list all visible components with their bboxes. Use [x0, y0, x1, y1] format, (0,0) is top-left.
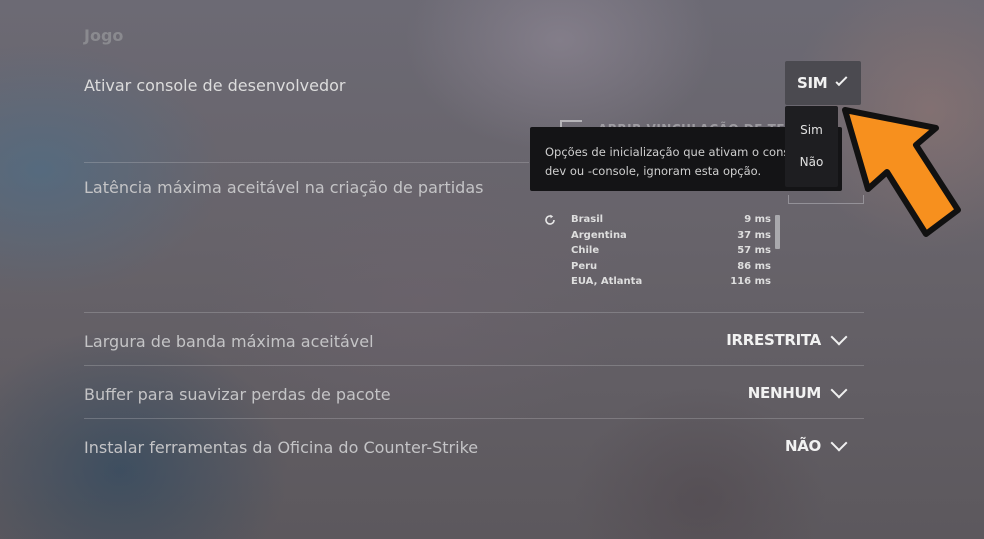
region-ping: 37 ms: [737, 229, 771, 241]
region-row[interactable]: Brasil 9 ms: [571, 212, 771, 228]
region-ping: 57 ms: [737, 245, 771, 256]
row-divider: [84, 162, 529, 163]
developer-console-value: SIM: [797, 74, 828, 92]
chevron-down-icon: [830, 328, 848, 346]
row-divider: [84, 418, 864, 419]
row-divider: [84, 312, 864, 313]
developer-console-options-menu: Sim Não: [785, 106, 838, 187]
arrow-pointer-icon: [842, 107, 961, 237]
max-bandwidth-value: IRRESTRITA: [726, 331, 821, 349]
chevron-down-icon: [830, 381, 848, 399]
region-ping: 86 ms: [737, 260, 771, 272]
region-name: Peru: [571, 260, 598, 272]
developer-console-label: Ativar console de desenvolvedor: [84, 76, 346, 95]
tooltip-line: Opções de inicialização que ativam o con…: [545, 145, 797, 159]
region-ping: 116 ms: [730, 276, 771, 287]
option-nao[interactable]: Não: [785, 146, 838, 178]
region-ping: 9 ms: [744, 214, 771, 225]
region-row[interactable]: Argentina 37 ms: [571, 228, 771, 244]
workshop-tools-dropdown[interactable]: NÃO: [785, 434, 849, 458]
region-row[interactable]: Peru 86 ms: [571, 259, 771, 275]
packet-loss-buffer-value: NENHUM: [747, 384, 822, 402]
region-name: Chile: [571, 245, 600, 256]
row-divider: [84, 365, 864, 366]
packet-loss-buffer-label: Buffer para suavizar perdas de pacote: [84, 385, 391, 404]
option-sim[interactable]: Sim: [785, 114, 838, 146]
developer-console-dropdown[interactable]: SIM: [785, 61, 861, 105]
max-bandwidth-dropdown[interactable]: IRRESTRITA: [726, 328, 849, 352]
region-row[interactable]: EUA, Atlanta 116 ms: [571, 274, 771, 290]
region-name: Argentina: [571, 229, 627, 241]
tooltip-line: dev ou -console, ignoram esta opção.: [545, 164, 762, 178]
refresh-icon[interactable]: [544, 214, 556, 226]
region-name: Brasil: [571, 214, 604, 225]
chevron-down-icon: [835, 74, 848, 86]
packet-loss-buffer-dropdown[interactable]: NENHUM: [748, 381, 849, 405]
max-latency-label: Latência máxima aceitável na criação de …: [84, 178, 484, 197]
chevron-down-icon: [830, 434, 848, 452]
max-bandwidth-label: Largura de banda máxima aceitável: [84, 332, 374, 351]
section-title: Jogo: [84, 26, 124, 45]
region-row[interactable]: Chile 57 ms: [571, 243, 771, 259]
region-list-scrollbar[interactable]: [775, 215, 780, 249]
workshop-tools-label: Instalar ferramentas da Oficina do Count…: [84, 438, 479, 457]
workshop-tools-value: NÃO: [784, 437, 821, 455]
region-name: EUA, Atlanta: [571, 276, 643, 287]
region-latency-list: Brasil 9 ms Argentina 37 ms Chile 57 ms …: [571, 212, 771, 290]
